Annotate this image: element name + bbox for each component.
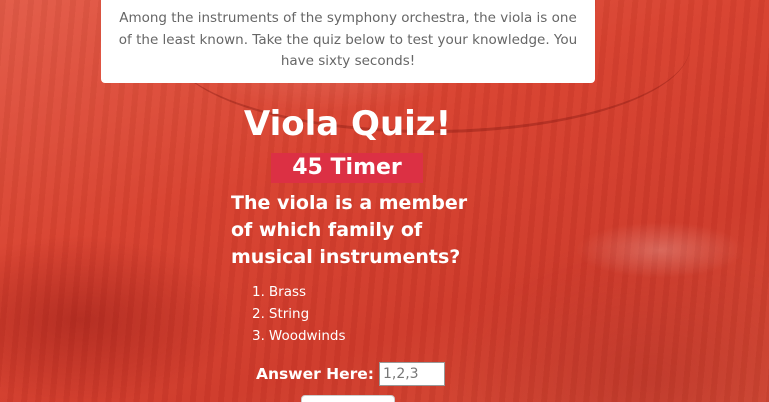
option-number: 2. — [252, 306, 265, 322]
option-label: Woodwinds — [268, 328, 346, 344]
option-number: 3. — [252, 328, 265, 344]
option-label: Brass — [268, 284, 307, 300]
timer-label: Timer — [330, 155, 402, 180]
intro-card: Among the instruments of the symphony or… — [101, 0, 595, 83]
timer-value: 45 — [292, 155, 323, 180]
question-text: The viola is a member of which family of… — [231, 192, 468, 268]
quiz-title: Viola Quiz! — [243, 104, 452, 144]
options-list: 1. Brass 2. String 3. Woodwinds — [252, 281, 346, 347]
intro-text: Among the instruments of the symphony or… — [118, 10, 578, 69]
option-number: 1. — [252, 284, 265, 300]
option-item-brass: 1. Brass — [252, 281, 346, 303]
answer-input[interactable] — [378, 362, 445, 386]
submit-button[interactable] — [301, 395, 395, 402]
answer-label: Answer Here: — [256, 365, 374, 383]
option-item-woodwinds: 3. Woodwinds — [252, 325, 346, 347]
option-item-string: 2. String — [252, 303, 346, 325]
answer-row: Answer Here: — [256, 361, 445, 387]
timer-badge: 45 Timer — [271, 153, 423, 183]
option-label: String — [268, 306, 310, 322]
